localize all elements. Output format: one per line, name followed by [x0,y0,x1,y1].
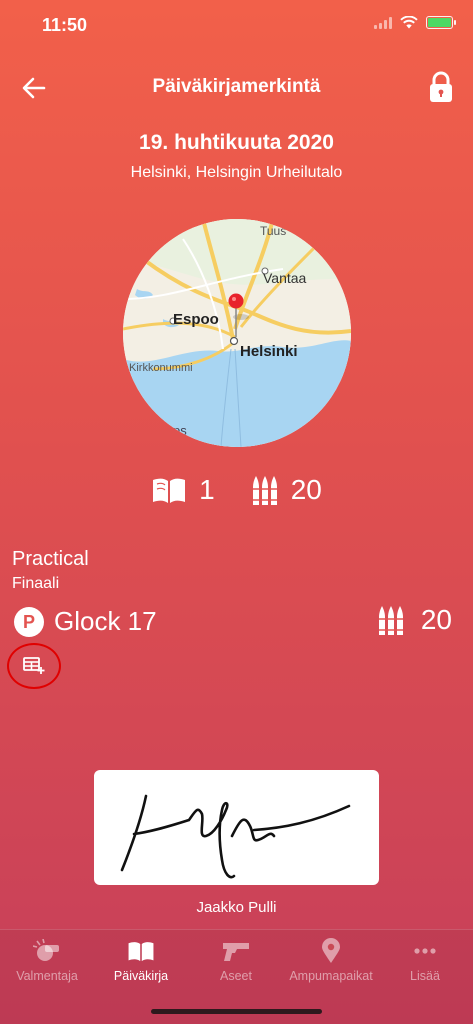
bullets-icon [378,606,403,635]
table-add-icon [23,657,45,674]
weapon-rounds-value: 20 [420,604,452,635]
status-bar: 11:50 [0,0,473,50]
tab-paivakirja[interactable]: Päiväkirja [94,936,188,983]
signal-icon [374,16,392,29]
round-count: 20 [251,474,322,506]
discipline-name: Practical [12,548,89,570]
map-label-tuusula: Tuus [260,224,286,238]
tab-aseet[interactable]: Aseet [189,936,283,983]
signer-name: Jaakko Pulli [196,899,277,916]
bullets-icon [252,476,277,505]
map-label-kirkkonummi: Kirkkonummi [129,362,193,374]
tab-ampumapaikat[interactable]: Ampumapaikat [284,936,378,983]
entry-date: 19. huhtikuuta 2020 [139,131,334,154]
nav-header: Päiväkirjamerkintä [0,66,473,110]
map-label-helsinki: Helsinki [240,343,298,360]
map-label-vantaa: Vantaa [263,270,307,286]
entry-stats: 1 20 [0,474,473,506]
battery-icon [426,16,456,29]
lock-button[interactable] [427,70,455,104]
signature-image [120,794,351,879]
series-subtitle: Finaali [12,575,60,592]
tab-lisaa[interactable]: Lisää [378,936,472,983]
open-book-icon [153,478,186,503]
more-icon [414,948,436,954]
session-count-value: 1 [199,474,215,505]
tab-label: Ampumapaikat [289,969,373,983]
status-time: 11:50 [42,15,88,35]
map-pin-icon [322,938,340,963]
map-graphic: Tuus Vantaa Espoo Helsinki Kirkkonummi p… [123,219,351,447]
map-label-ps: ps [173,423,187,438]
home-indicator[interactable] [151,1009,322,1014]
tab-valmentaja[interactable]: Valmentaja [0,936,94,983]
map-label-espoo: Espoo [173,311,219,328]
weapon-row[interactable]: P Glock 17 20 [12,604,452,640]
page-title: Päiväkirjamerkintä [152,76,321,97]
location-map[interactable]: Tuus Vantaa Espoo Helsinki Kirkkonummi p… [123,219,351,447]
status-icons [374,16,456,29]
weapon-name: Glock 17 [54,606,157,636]
book-icon [128,942,154,962]
tab-label: Valmentaja [16,969,78,983]
add-scorecard-button[interactable] [7,643,61,689]
gun-icon [223,943,249,961]
round-count-value: 20 [290,474,322,505]
tab-label: Päiväkirja [113,969,169,983]
signature-box [94,770,379,885]
tab-label: Lisää [410,969,440,983]
lock-icon [430,71,452,102]
session-count: 1 [151,474,215,506]
weapon-rounds: 20 [377,604,452,636]
entry-location: Helsinki, Helsingin Urheilutalo [130,164,343,181]
pistol-badge-icon: P [14,607,44,637]
whistle-icon [33,939,59,961]
tab-label: Aseet [220,969,252,983]
wifi-icon [400,16,418,29]
